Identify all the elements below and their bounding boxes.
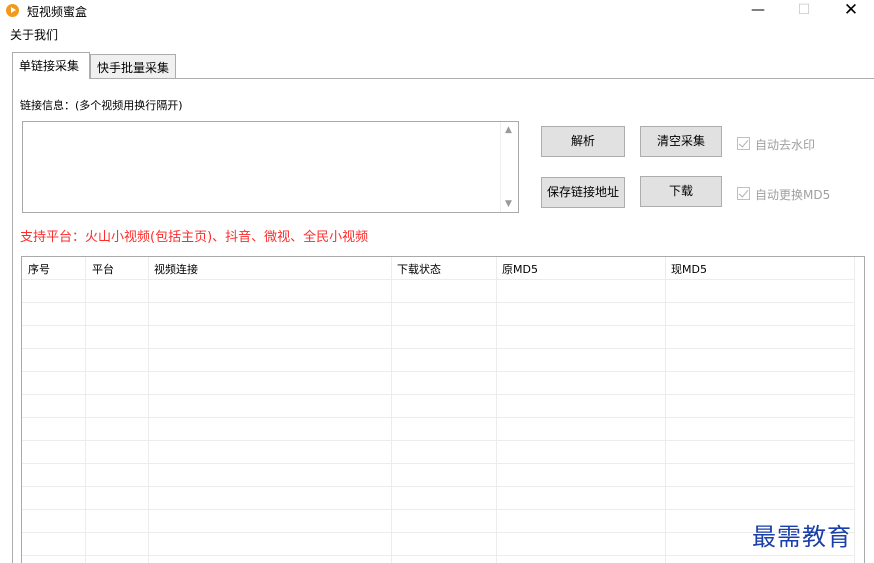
row-divider xyxy=(22,371,854,372)
row-divider xyxy=(22,348,854,349)
checkbox-check-icon[interactable] xyxy=(737,187,750,200)
column-header-new-md5[interactable]: 现MD5 xyxy=(671,261,707,277)
row-divider xyxy=(22,509,854,510)
column-header-download-status[interactable]: 下载状态 xyxy=(397,261,441,277)
save-links-button[interactable]: 保存链接地址 xyxy=(541,177,625,208)
scroll-up-icon[interactable]: ▲ xyxy=(505,125,512,135)
column-header-video-link[interactable]: 视频连接 xyxy=(154,261,198,277)
tab-kuaishou-batch[interactable]: 快手批量采集 xyxy=(90,54,176,78)
download-button[interactable]: 下载 xyxy=(640,176,722,207)
menu-bar: 关于我们 xyxy=(0,23,874,43)
row-divider xyxy=(22,463,854,464)
auto-watermark-label: 自动去水印 xyxy=(755,138,816,152)
maximize-button[interactable]: ☐ xyxy=(781,0,827,22)
scroll-down-icon[interactable]: ▼ xyxy=(505,199,512,209)
row-divider xyxy=(22,279,854,280)
row-divider xyxy=(22,394,854,395)
window-title: 短视频蜜盒 xyxy=(27,5,88,19)
column-header-original-md5[interactable]: 原MD5 xyxy=(502,261,538,277)
platform-note: 支持平台：火山小视频(包括主页)、抖音、微视、全民小视频 xyxy=(20,230,369,245)
row-divider xyxy=(22,555,854,556)
watermark-text: 最需教育 xyxy=(752,523,852,551)
menu-about[interactable]: 关于我们 xyxy=(10,26,58,43)
row-divider xyxy=(22,440,854,441)
close-button[interactable]: ✕ xyxy=(828,0,874,22)
row-divider xyxy=(22,486,854,487)
app-play-icon xyxy=(6,4,19,17)
row-divider xyxy=(22,325,854,326)
auto-md5-label: 自动更换MD5 xyxy=(755,188,831,202)
column-divider xyxy=(854,257,855,563)
minimize-button[interactable]: — xyxy=(735,0,781,22)
results-table[interactable]: 序号 平台 视频连接 下载状态 原MD5 现MD5 xyxy=(21,256,865,563)
title-bar: 短视频蜜盒 — ☐ ✕ xyxy=(0,0,874,22)
row-divider xyxy=(22,417,854,418)
row-divider xyxy=(22,532,854,533)
clear-button[interactable]: 清空采集 xyxy=(640,126,722,157)
row-divider xyxy=(22,302,854,303)
parse-button[interactable]: 解析 xyxy=(541,126,625,157)
tab-single-link[interactable]: 单链接采集 xyxy=(12,52,90,79)
checkbox-check-icon[interactable] xyxy=(737,137,750,150)
link-input-scrollbar[interactable]: ▲ ▼ xyxy=(500,122,518,212)
column-header-index[interactable]: 序号 xyxy=(28,261,50,277)
link-info-label: 链接信息：(多个视频用换行隔开) xyxy=(20,99,183,112)
link-input[interactable] xyxy=(22,121,519,213)
column-header-platform[interactable]: 平台 xyxy=(92,261,114,277)
